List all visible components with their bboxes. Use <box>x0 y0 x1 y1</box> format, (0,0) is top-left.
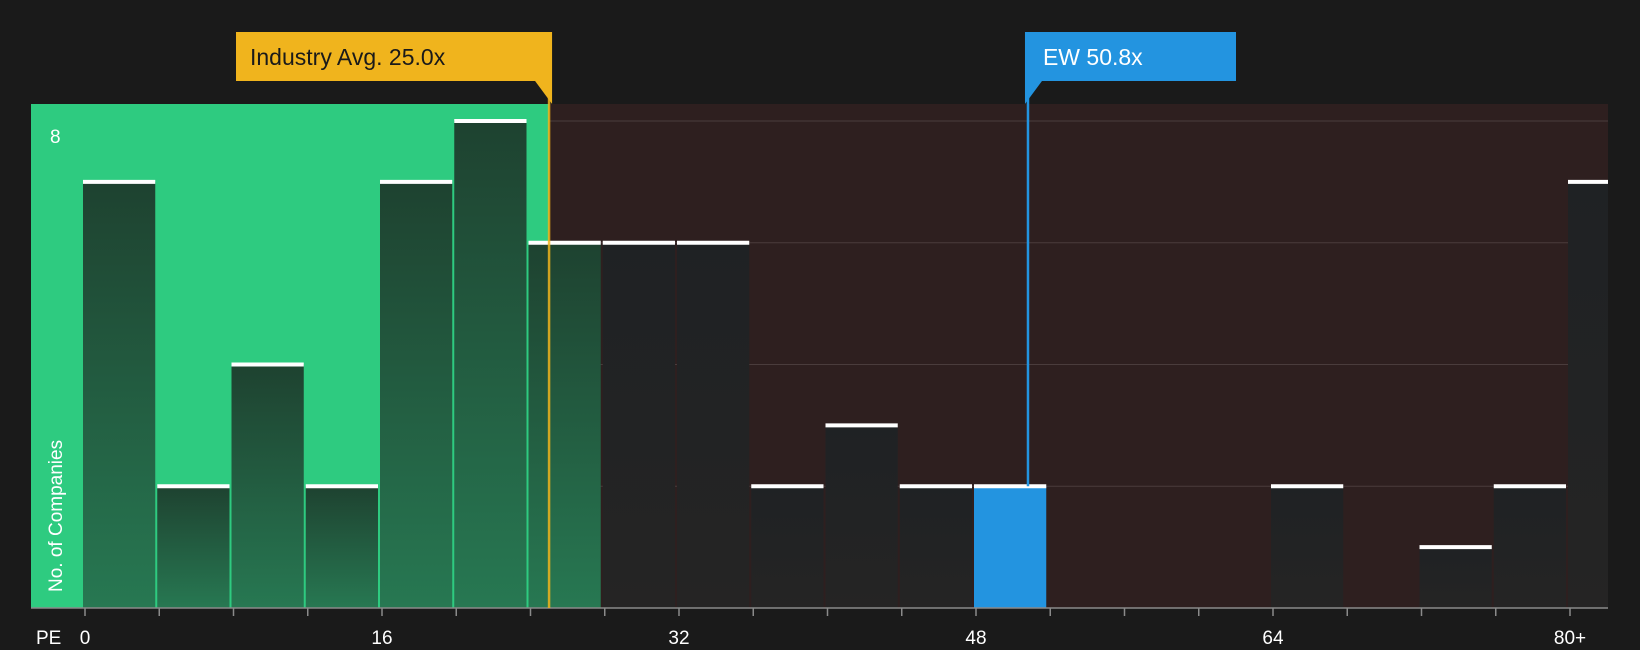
histogram-bar <box>1493 486 1566 608</box>
x-tick-label: 48 <box>965 628 986 649</box>
bar-cap <box>1271 484 1344 489</box>
histogram-bar <box>157 486 230 608</box>
histogram-bar <box>751 486 824 608</box>
bar-cap <box>1419 545 1492 550</box>
industry-avg-label: Industry Avg. 25.0x <box>250 44 446 70</box>
histogram-bar <box>825 425 898 608</box>
bar-cap <box>677 240 750 245</box>
histogram-bar <box>231 364 304 608</box>
histogram-bar <box>1419 547 1492 608</box>
y-axis-title: No. of Companies <box>46 440 67 592</box>
y-tick-label: 8 <box>50 127 61 148</box>
bar-cap <box>825 423 898 428</box>
x-axis: 0 16 32 48 64 80+ <box>31 607 1608 649</box>
histogram-bar <box>380 181 453 608</box>
bar-cap <box>602 240 675 245</box>
bar-cap <box>157 484 230 489</box>
x-axis-title: PE <box>36 628 61 649</box>
bar-cap <box>1493 484 1566 489</box>
histogram-bar <box>83 181 156 608</box>
bar-cap <box>974 484 1047 489</box>
histogram-bar <box>305 486 378 608</box>
x-tick-label: 64 <box>1262 628 1284 649</box>
pe-distribution-chart: 0 16 32 48 64 80+ Industry Avg. 25.0x EW 50.8x… <box>31 32 1608 649</box>
histogram-bar <box>1271 486 1344 608</box>
bar-cap <box>231 362 304 367</box>
histogram-bar <box>528 242 601 608</box>
x-tick-label: 16 <box>371 628 392 649</box>
bar-cap <box>1568 179 1608 184</box>
histogram-bar <box>602 242 675 608</box>
bar-cap <box>751 484 824 489</box>
histogram-bar <box>899 486 972 608</box>
histogram-bar <box>454 121 527 608</box>
bar-cap <box>454 119 527 123</box>
bar-cap <box>528 240 601 245</box>
bar-cap <box>305 484 378 489</box>
bar-cap <box>380 179 453 184</box>
company-label: EW 50.8x <box>1043 44 1143 70</box>
bar-cap <box>83 179 156 184</box>
histogram-bar <box>974 486 1047 608</box>
histogram-bar <box>677 242 750 608</box>
bar-cap <box>899 484 972 489</box>
x-tick-label: 32 <box>668 628 689 649</box>
x-tick-label: 0 <box>80 628 91 649</box>
histogram-bar <box>1568 181 1608 608</box>
x-tick-label: 80+ <box>1554 628 1586 649</box>
